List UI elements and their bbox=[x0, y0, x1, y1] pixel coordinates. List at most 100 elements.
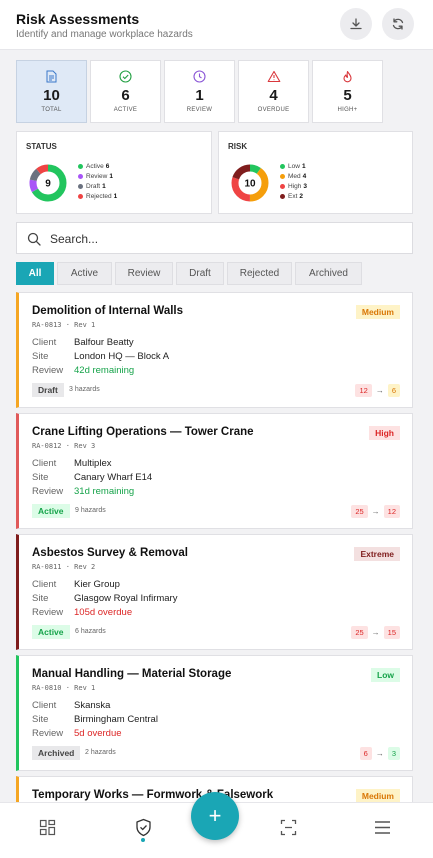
scan-icon bbox=[280, 819, 296, 835]
review-value: 105d overdue bbox=[74, 607, 133, 618]
review-value: 31d remaining bbox=[74, 486, 135, 497]
warning-icon bbox=[267, 70, 280, 82]
site-row: Site London HQ — Block A bbox=[32, 351, 169, 362]
stat-value: 4 bbox=[269, 87, 278, 104]
nav-menu[interactable] bbox=[370, 815, 394, 839]
client-value: Skanska bbox=[74, 700, 111, 711]
tab-active[interactable]: Active bbox=[57, 262, 112, 285]
legend-item: High 3 bbox=[280, 181, 307, 191]
legend-item: Med 4 bbox=[280, 171, 307, 181]
search-input[interactable]: Search... bbox=[16, 222, 413, 254]
stat-total[interactable]: 10 TOTAL bbox=[16, 60, 87, 123]
hazard-count: 2 hazards bbox=[85, 749, 116, 756]
assessment-list: Demolition of Internal Walls RA-0813 · Re… bbox=[16, 292, 413, 858]
nav-dashboard[interactable] bbox=[35, 815, 59, 839]
stat-label: HIGH+ bbox=[337, 107, 358, 113]
risk-level-badge: Medium bbox=[355, 789, 400, 803]
hazard-count: 6 hazards bbox=[75, 628, 106, 635]
stat-active[interactable]: 6 ACTIVE bbox=[90, 60, 161, 123]
nav-assessments[interactable] bbox=[131, 815, 155, 839]
residual-score: 3 bbox=[387, 747, 400, 760]
client-value: Kier Group bbox=[74, 579, 120, 590]
status-badge: Archived bbox=[32, 746, 81, 760]
document-icon bbox=[46, 70, 57, 82]
assessment-title: Manual Handling — Material Storage bbox=[32, 668, 232, 680]
nav-scan[interactable] bbox=[276, 815, 300, 839]
assessment-card[interactable]: Crane Lifting Operations — Tower Crane RA… bbox=[16, 413, 413, 529]
risk-donut-total: 10 bbox=[244, 179, 256, 190]
assessment-card[interactable]: Demolition of Internal Walls RA-0813 · Re… bbox=[16, 292, 413, 408]
dashboard-icon bbox=[39, 819, 55, 835]
client-value: Multiplex bbox=[74, 458, 112, 469]
status-donut-total: 9 bbox=[45, 179, 51, 190]
risk-score-change: 25 → 12 bbox=[351, 505, 400, 518]
refresh-icon bbox=[392, 18, 404, 30]
review-value: 42d remaining bbox=[74, 365, 135, 376]
review-row: Review 5d overdue bbox=[32, 728, 122, 739]
stats-row: 10 TOTAL 6 ACTIVE 1 REVIEW 4 OVERDUE 5 H… bbox=[16, 60, 383, 123]
legend-item: Review 1 bbox=[78, 171, 117, 181]
site-label: Site bbox=[32, 351, 49, 362]
status-donut: 9 bbox=[29, 164, 67, 202]
assessment-title: Demolition of Internal Walls bbox=[32, 305, 183, 317]
assessment-code: RA-0813 · Rev 1 bbox=[32, 321, 96, 329]
active-nav-indicator bbox=[141, 838, 145, 842]
app-header: Risk Assessments Identify and manage wor… bbox=[0, 0, 433, 50]
shield-check-icon bbox=[135, 818, 151, 836]
tab-archived[interactable]: Archived bbox=[295, 262, 362, 285]
status-summary-card: STATUS 9 Active 6 Review 1 Draft 1 Rejected… bbox=[16, 131, 212, 214]
residual-score: 15 bbox=[383, 626, 400, 639]
flame-icon bbox=[343, 70, 352, 82]
residual-score: 12 bbox=[383, 505, 400, 518]
site-label: Site bbox=[32, 714, 49, 725]
initial-score: 6 bbox=[359, 747, 372, 760]
arrow-right-icon: → bbox=[375, 749, 384, 758]
assessment-code: RA-0810 · Rev 1 bbox=[32, 684, 96, 692]
refresh-button[interactable] bbox=[382, 8, 414, 40]
risk-level-badge: Medium bbox=[355, 305, 400, 319]
client-label: Client bbox=[32, 337, 57, 348]
page-title: Risk Assessments bbox=[16, 11, 140, 27]
client-row: Client Multiplex bbox=[32, 458, 112, 469]
stat-value: 6 bbox=[121, 87, 130, 104]
status-card-title: STATUS bbox=[26, 142, 57, 151]
client-row: Client Balfour Beatty bbox=[32, 337, 134, 348]
client-row: Client Kier Group bbox=[32, 579, 120, 590]
site-value: London HQ — Block A bbox=[74, 351, 170, 362]
tab-draft[interactable]: Draft bbox=[176, 262, 224, 285]
status-badge: Active bbox=[32, 504, 70, 518]
stat-overdue[interactable]: 4 OVERDUE bbox=[238, 60, 309, 123]
site-value: Canary Wharf E14 bbox=[74, 472, 153, 483]
tab-rejected[interactable]: Rejected bbox=[227, 262, 292, 285]
risk-level-badge: High bbox=[369, 426, 400, 440]
legend-item: Rejected 1 bbox=[78, 191, 117, 201]
stat-value: 1 bbox=[195, 87, 204, 104]
legend-item: Ext 2 bbox=[280, 191, 307, 201]
assessment-card[interactable]: Asbestos Survey & Removal RA-0811 · Rev 2… bbox=[16, 534, 413, 650]
hazard-count: 3 hazards bbox=[69, 386, 100, 393]
client-label: Client bbox=[32, 579, 57, 590]
legend-item: Low 1 bbox=[280, 161, 307, 171]
risk-score-change: 6 → 3 bbox=[359, 747, 400, 760]
assessment-card[interactable]: Manual Handling — Material Storage RA-081… bbox=[16, 655, 413, 771]
add-icon: + bbox=[208, 803, 222, 828]
initial-score: 12 bbox=[355, 384, 372, 397]
risk-score-change: 25 → 15 bbox=[351, 626, 400, 639]
download-button[interactable] bbox=[340, 8, 372, 40]
tab-review[interactable]: Review bbox=[115, 262, 173, 285]
tab-all[interactable]: All bbox=[16, 262, 54, 285]
assessment-title: Asbestos Survey & Removal bbox=[32, 547, 188, 559]
status-badge: Draft bbox=[32, 383, 64, 397]
stat-review[interactable]: 1 REVIEW bbox=[164, 60, 235, 123]
initial-score: 25 bbox=[351, 505, 368, 518]
status-legend: Active 6 Review 1 Draft 1 Rejected 1 bbox=[78, 161, 117, 201]
legend-item: Draft 1 bbox=[78, 181, 117, 191]
site-row: Site Canary Wharf E14 bbox=[32, 472, 152, 483]
assessment-title: Crane Lifting Operations — Tower Crane bbox=[32, 426, 254, 438]
review-label: Review bbox=[32, 486, 64, 497]
risk-card-title: RISK bbox=[228, 142, 248, 151]
review-row: Review 42d remaining bbox=[32, 365, 134, 376]
site-label: Site bbox=[32, 472, 49, 483]
stat-high-plus[interactable]: 5 HIGH+ bbox=[312, 60, 383, 123]
add-assessment-button[interactable]: + bbox=[191, 792, 239, 840]
